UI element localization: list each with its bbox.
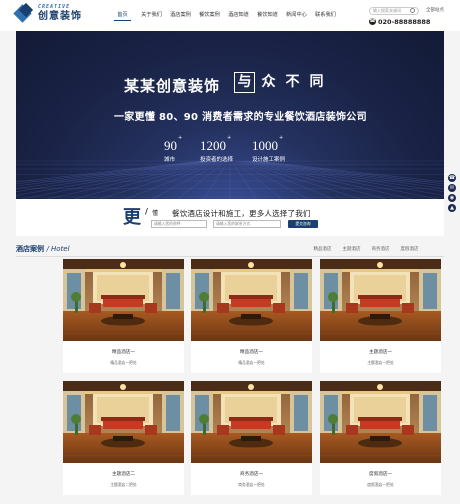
submit-consult-button[interactable]: 提交咨询 bbox=[288, 220, 318, 228]
case-card[interactable]: 主题酒店一 主题酒店一把处 bbox=[320, 259, 441, 373]
tab-theme[interactable]: 主题酒店 bbox=[337, 246, 366, 252]
stat-number: 1000 bbox=[252, 138, 278, 153]
stat-plus: + bbox=[178, 135, 183, 141]
stat-label: 投资者的选择 bbox=[200, 157, 234, 163]
nav-contact[interactable]: 联系我们 bbox=[311, 0, 340, 31]
banner-subtitle: 一家更懂 80、90 消费者需求的专业餐饮酒店装饰公司 bbox=[114, 112, 367, 123]
section-title-en: / Hotel bbox=[46, 245, 70, 253]
case-title: 度假酒店一 bbox=[369, 472, 392, 477]
slogan-char: 与 bbox=[234, 72, 255, 93]
logo[interactable]: CREATIVE 创意装饰 bbox=[13, 2, 82, 23]
stat-label: 设计施工案例 bbox=[252, 157, 286, 163]
nav-home[interactable]: 首页 bbox=[108, 0, 137, 31]
case-photo bbox=[191, 381, 312, 463]
case-card[interactable]: 商务酒店一 商务酒店一把处 bbox=[191, 381, 312, 495]
stat-investors: 1200+ 投资者的选择 bbox=[200, 135, 233, 163]
tab-resort[interactable]: 度假酒店 bbox=[395, 246, 424, 252]
case-title: 精品酒店一 bbox=[240, 350, 263, 355]
tab-boutique[interactable]: 精品酒店 bbox=[308, 246, 337, 252]
case-card[interactable]: 主题酒店二 主题酒店二把处 bbox=[63, 381, 184, 495]
stat-cities: 90+ 城市 bbox=[164, 135, 182, 163]
search-icon[interactable] bbox=[410, 8, 415, 13]
case-photo bbox=[63, 381, 184, 463]
case-photo bbox=[320, 381, 441, 463]
case-category: 商务酒店一把处 bbox=[238, 482, 265, 487]
nav-dining-cases[interactable]: 餐饮案例 bbox=[195, 0, 224, 31]
all-sites-link[interactable]: 全部站点 bbox=[426, 7, 444, 13]
floating-toolbar: ☎ ✉ ◉ ▲ bbox=[448, 174, 456, 214]
nav-hotel-knowledge[interactable]: 酒店知道 bbox=[224, 0, 253, 31]
consult-strip: 更 / 懂 餐饮酒店设计和施工，更多人选择了我们 请输入您的称呼 请输入您的联系… bbox=[16, 199, 444, 236]
main-nav: 首页 关于我们 酒店案例 餐饮案例 酒店知道 餐饮知道 新闻中心 联系我们 bbox=[108, 0, 340, 31]
section-tabs: 精品酒店 主题酒店 商务酒店 度假酒店 bbox=[308, 246, 424, 252]
chat-icon[interactable]: ✉ bbox=[448, 184, 456, 192]
case-card[interactable]: 度假酒店一 度假酒店一把处 bbox=[320, 381, 441, 495]
case-category: 主题酒店一把处 bbox=[367, 360, 394, 365]
nav-dining-knowledge[interactable]: 餐饮知道 bbox=[253, 0, 282, 31]
slogan-char: 众 bbox=[261, 74, 276, 90]
case-category: 主题酒店二把处 bbox=[110, 482, 137, 487]
qq-icon[interactable]: ◉ bbox=[448, 194, 456, 202]
case-title: 主题酒店二 bbox=[112, 472, 135, 477]
case-title: 精品酒店一 bbox=[112, 350, 135, 355]
stat-plus: + bbox=[279, 135, 284, 141]
nav-about[interactable]: 关于我们 bbox=[137, 0, 166, 31]
stat-number: 90 bbox=[164, 138, 177, 153]
stat-plus: + bbox=[227, 135, 232, 141]
hero-banner: 某某创意装饰 与 众 不 同 一家更懂 80、90 消费者需求的专业餐饮酒店装饰… bbox=[16, 31, 444, 199]
site-header: CREATIVE 创意装饰 首页 关于我们 酒店案例 餐饮案例 酒店知道 餐饮知… bbox=[0, 0, 460, 31]
strip-small-char: 懂 bbox=[152, 210, 159, 217]
top-icon[interactable]: ▲ bbox=[448, 204, 456, 212]
stat-label: 城市 bbox=[164, 157, 176, 163]
banner-slogan: 与 众 不 同 bbox=[234, 72, 330, 93]
phone-number: 020-88888888 bbox=[378, 18, 431, 26]
case-card[interactable]: 精品酒店一 精品酒店一把处 bbox=[63, 259, 184, 373]
logo-cube-icon bbox=[13, 2, 34, 23]
case-photo bbox=[191, 259, 312, 341]
section-title: 酒店案例 / Hotel bbox=[16, 244, 70, 254]
case-category: 度假酒店一把处 bbox=[367, 482, 394, 487]
case-title: 商务酒店一 bbox=[240, 472, 263, 477]
case-title: 主题酒店一 bbox=[369, 350, 392, 355]
tab-business[interactable]: 商务酒店 bbox=[366, 246, 395, 252]
strip-slash: / bbox=[145, 207, 148, 216]
phone-icon: ☎ bbox=[369, 18, 376, 25]
stat-number: 1200 bbox=[200, 138, 226, 153]
case-category: 精品酒店一把处 bbox=[238, 360, 265, 365]
nav-news[interactable]: 新闻中心 bbox=[282, 0, 311, 31]
section-title-cn: 酒店案例 bbox=[16, 245, 44, 253]
nav-hotel-cases[interactable]: 酒店案例 bbox=[166, 0, 195, 31]
case-photo bbox=[320, 259, 441, 341]
contact-input[interactable]: 请输入您的联系方式 bbox=[213, 220, 281, 228]
section-divider bbox=[16, 256, 444, 257]
slogan-char: 同 bbox=[309, 74, 324, 90]
logo-en: CREATIVE bbox=[38, 3, 71, 10]
slogan-char: 不 bbox=[285, 74, 300, 90]
logo-cn: 创意装饰 bbox=[38, 10, 82, 22]
phone-icon[interactable]: ☎ bbox=[448, 174, 456, 182]
case-card[interactable]: 精品酒店一 精品酒店一把处 bbox=[191, 259, 312, 373]
stat-cases: 1000+ 设计施工案例 bbox=[252, 135, 285, 163]
case-category: 精品酒店一把处 bbox=[110, 360, 137, 365]
strip-headline: 餐饮酒店设计和施工，更多人选择了我们 bbox=[172, 209, 311, 218]
banner-title: 某某创意装饰 bbox=[124, 77, 221, 95]
name-input[interactable]: 请输入您的称呼 bbox=[151, 220, 207, 228]
strip-big-char: 更 bbox=[123, 207, 141, 227]
case-photo bbox=[63, 259, 184, 341]
